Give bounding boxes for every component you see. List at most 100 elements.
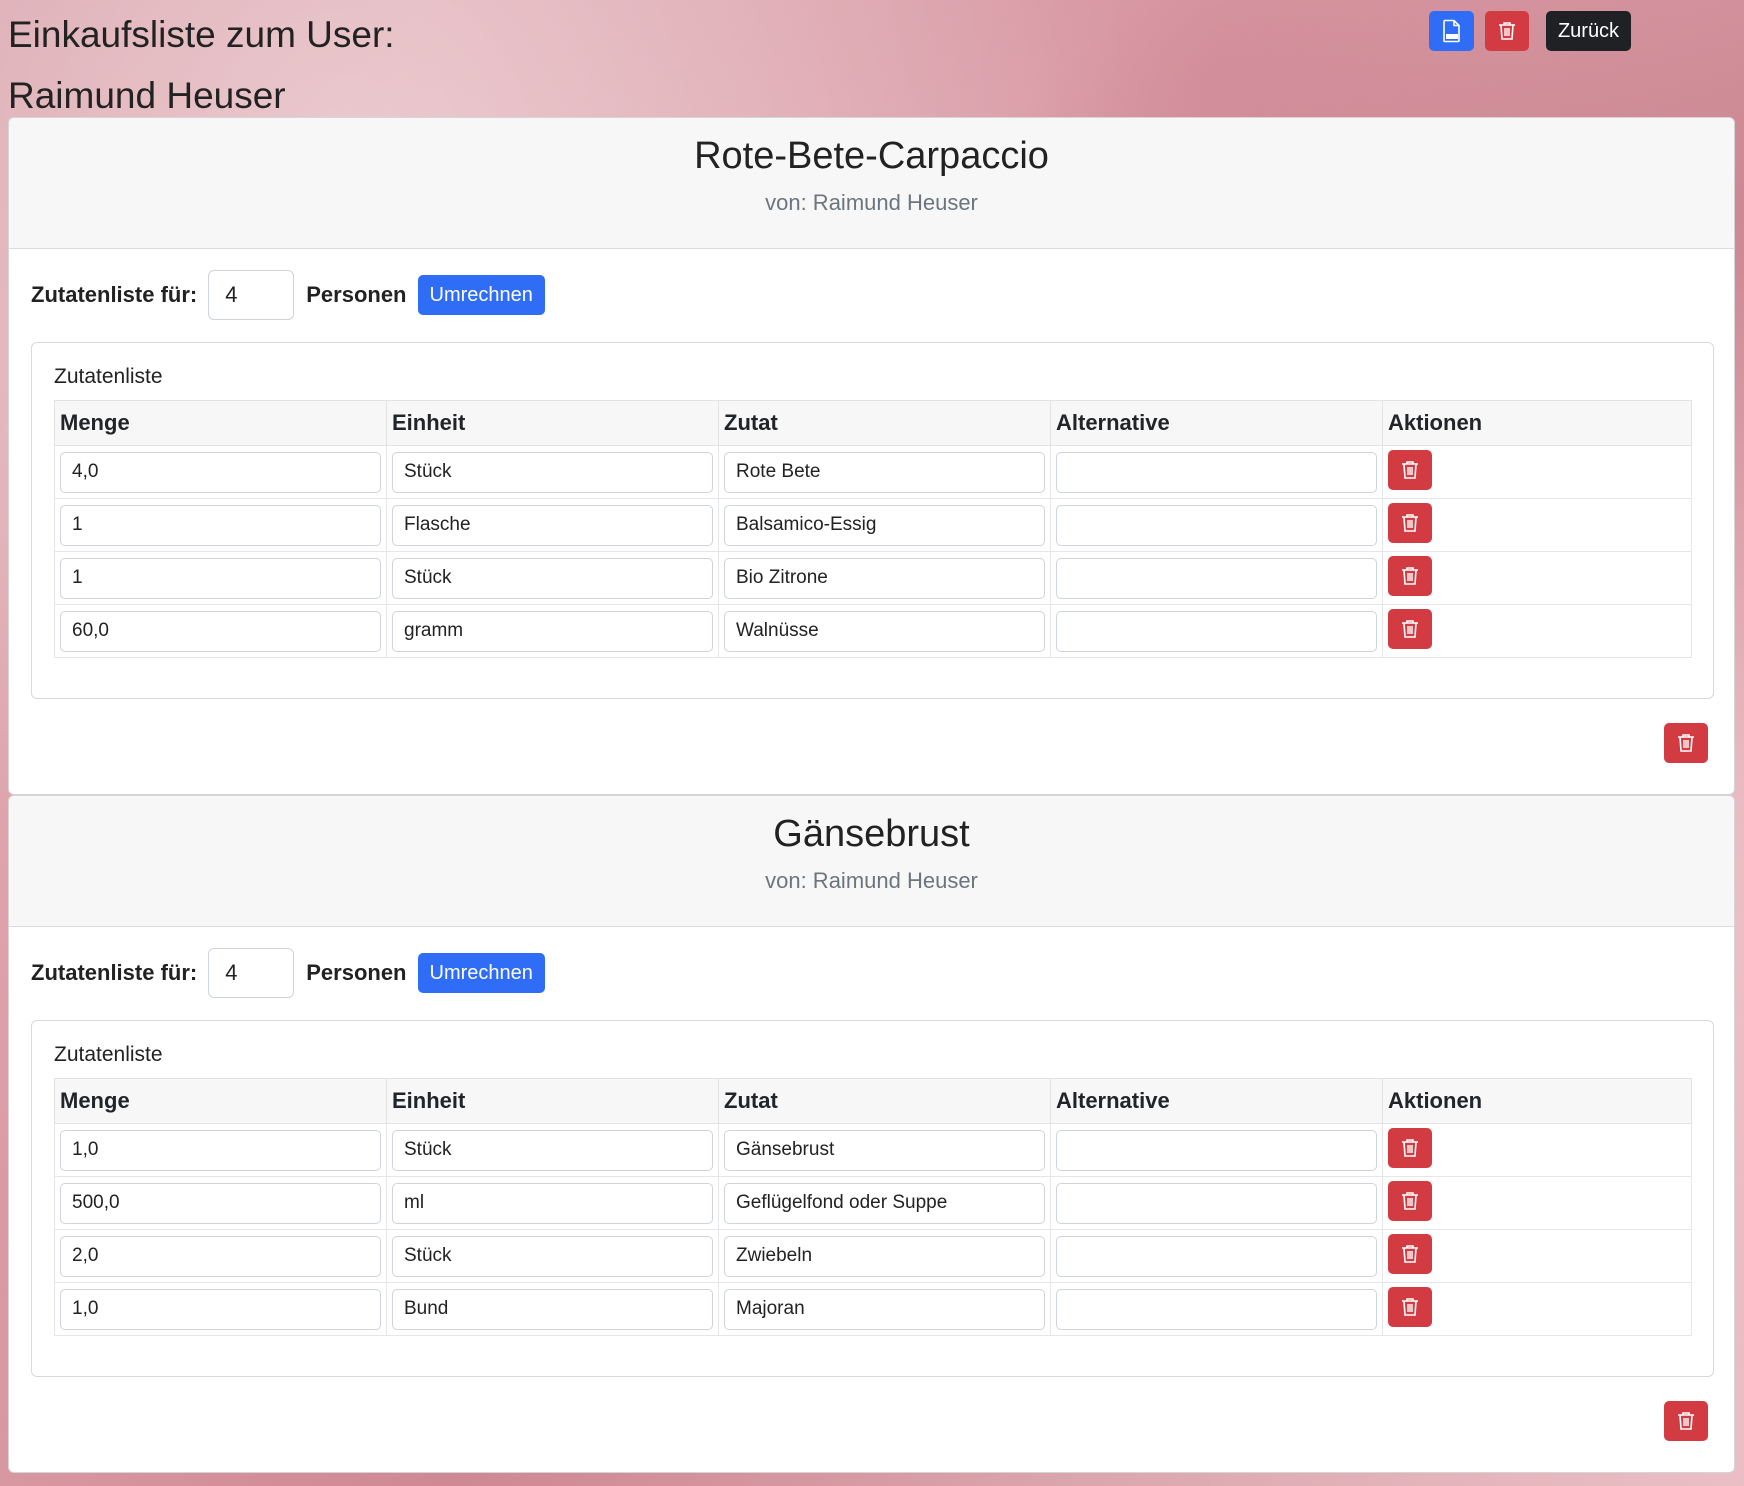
cell-einheit: [386, 1123, 719, 1177]
cell-zutat: [718, 1176, 1051, 1230]
delete-ingredient-button[interactable]: [1388, 1234, 1432, 1274]
delete-recipe-button[interactable]: [1664, 1401, 1708, 1441]
menge-input[interactable]: [60, 557, 381, 599]
convert-button[interactable]: Umrechnen: [417, 953, 545, 993]
cell-menge: [54, 498, 387, 552]
cell-menge: [54, 445, 387, 499]
cell-alternative: [1050, 551, 1383, 605]
trash-icon: [1402, 567, 1418, 585]
recipe-card: Gänsebrust von: Raimund Heuser Zutatenli…: [8, 795, 1735, 1473]
trash-icon: [1402, 1139, 1418, 1157]
col-header-alternative: Alternative: [1050, 1078, 1383, 1124]
ingredient-row: [54, 1176, 1692, 1230]
cell-zutat: [718, 1282, 1051, 1336]
einheit-input[interactable]: [392, 1182, 713, 1224]
alternative-input[interactable]: [1056, 1235, 1377, 1277]
servings-input[interactable]: [208, 270, 295, 320]
servings-prefix-label: Zutatenliste für:: [31, 282, 198, 307]
delete-recipe-button[interactable]: [1664, 723, 1708, 763]
ingredient-table-header: Menge Einheit Zutat Alternative Aktionen: [54, 1078, 1692, 1124]
ingredient-box: Zutatenliste Menge Einheit Zutat Alterna…: [31, 1020, 1714, 1377]
trash-icon: [1402, 620, 1418, 638]
delete-ingredient-button[interactable]: [1388, 609, 1432, 649]
cell-aktionen: [1382, 1123, 1692, 1177]
zutat-input[interactable]: [724, 557, 1045, 599]
recipe-card: Rote-Bete-Carpaccio von: Raimund Heuser …: [8, 117, 1735, 795]
trash-icon: [1402, 461, 1418, 479]
alternative-input[interactable]: [1056, 504, 1377, 546]
servings-suffix-label: Personen: [306, 960, 407, 985]
cell-einheit: [386, 445, 719, 499]
cell-zutat: [718, 498, 1051, 552]
menge-input[interactable]: [60, 1288, 381, 1330]
col-header-zutat: Zutat: [718, 400, 1051, 446]
cell-einheit: [386, 604, 719, 658]
cell-alternative: [1050, 445, 1383, 499]
einheit-input[interactable]: [392, 1129, 713, 1171]
zutat-input[interactable]: [724, 1129, 1045, 1171]
menge-input[interactable]: [60, 451, 381, 493]
alternative-input[interactable]: [1056, 557, 1377, 599]
convert-button[interactable]: Umrechnen: [417, 275, 545, 315]
zutat-input[interactable]: [724, 1288, 1045, 1330]
page-title: Einkaufsliste zum User: Raimund Heuser: [8, 14, 395, 116]
einheit-input[interactable]: [392, 1288, 713, 1330]
cell-zutat: [718, 551, 1051, 605]
einheit-input[interactable]: [392, 610, 713, 652]
delete-ingredient-button[interactable]: [1388, 450, 1432, 490]
delete-list-button[interactable]: [1485, 11, 1529, 51]
einheit-input[interactable]: [392, 504, 713, 546]
delete-ingredient-button[interactable]: [1388, 503, 1432, 543]
cell-aktionen: [1382, 445, 1692, 499]
trash-icon: [1678, 734, 1694, 752]
delete-ingredient-button[interactable]: [1388, 1128, 1432, 1168]
alternative-input[interactable]: [1056, 610, 1377, 652]
menge-input[interactable]: [60, 1182, 381, 1224]
recipe-card-header: Gänsebrust von: Raimund Heuser: [9, 796, 1734, 927]
menge-input[interactable]: [60, 504, 381, 546]
col-header-aktionen: Aktionen: [1382, 1078, 1692, 1124]
zutat-input[interactable]: [724, 1235, 1045, 1277]
cell-alternative: [1050, 498, 1383, 552]
alternative-input[interactable]: [1056, 451, 1377, 493]
zutat-input[interactable]: [724, 504, 1045, 546]
einheit-input[interactable]: [392, 1235, 713, 1277]
menge-input[interactable]: [60, 1235, 381, 1277]
alternative-input[interactable]: [1056, 1288, 1377, 1330]
cell-zutat: [718, 1229, 1051, 1283]
trash-icon: [1402, 1245, 1418, 1263]
cell-zutat: [718, 1123, 1051, 1177]
trash-icon: [1499, 22, 1515, 40]
menge-input[interactable]: [60, 610, 381, 652]
alternative-input[interactable]: [1056, 1182, 1377, 1224]
delete-ingredient-button[interactable]: [1388, 1181, 1432, 1221]
zutat-input[interactable]: [724, 1182, 1045, 1224]
alternative-input[interactable]: [1056, 1129, 1377, 1171]
back-button[interactable]: Zurück: [1546, 11, 1631, 51]
ingredient-table: Menge Einheit Zutat Alternative Aktionen: [54, 1078, 1692, 1336]
cell-menge: [54, 1176, 387, 1230]
servings-prefix-label: Zutatenliste für:: [31, 960, 198, 985]
einheit-input[interactable]: [392, 557, 713, 599]
trash-icon: [1402, 514, 1418, 532]
recipe-author: von: Raimund Heuser: [765, 868, 978, 893]
menge-input[interactable]: [60, 1129, 381, 1171]
recipe-title: Gänsebrust: [773, 813, 970, 855]
ingredient-row: [54, 1229, 1692, 1283]
pdf-export-button[interactable]: [1429, 11, 1474, 51]
ingredient-rows: [54, 445, 1692, 658]
servings-input[interactable]: [208, 948, 295, 998]
delete-ingredient-button[interactable]: [1388, 556, 1432, 596]
zutat-input[interactable]: [724, 451, 1045, 493]
ingredient-box: Zutatenliste Menge Einheit Zutat Alterna…: [31, 342, 1714, 699]
einheit-input[interactable]: [392, 451, 713, 493]
cell-aktionen: [1382, 1176, 1692, 1230]
zutat-input[interactable]: [724, 610, 1045, 652]
cell-menge: [54, 604, 387, 658]
delete-ingredient-button[interactable]: [1388, 1287, 1432, 1327]
ingredient-row: [54, 498, 1692, 552]
col-header-aktionen: Aktionen: [1382, 400, 1692, 446]
cell-zutat: [718, 445, 1051, 499]
recipe-author: von: Raimund Heuser: [765, 190, 978, 215]
file-pdf-icon: [1442, 19, 1460, 43]
